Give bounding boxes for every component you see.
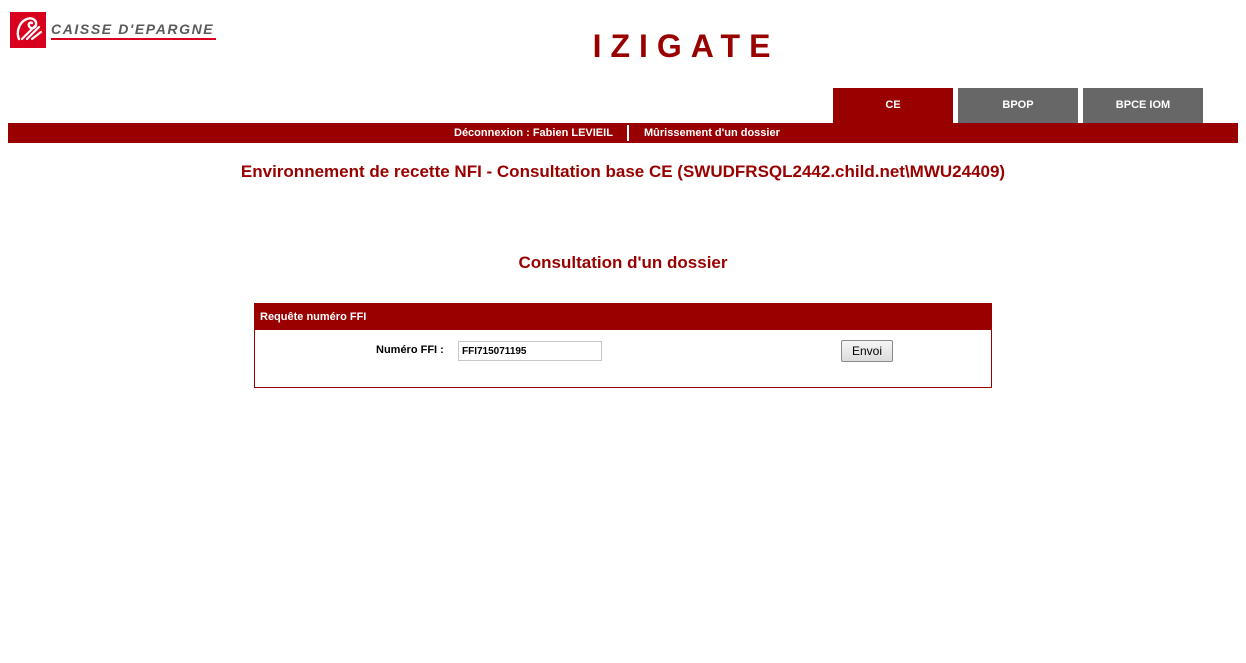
nav-bar: Déconnexion : Fabien LEVIEIL Mûrissement…: [8, 123, 1238, 143]
ffi-number-input[interactable]: [458, 341, 602, 361]
logout-link[interactable]: Déconnexion : Fabien LEVIEIL: [454, 123, 613, 143]
ffi-number-label: Numéro FFI :: [376, 344, 444, 356]
submit-button[interactable]: Envoi: [841, 340, 893, 362]
environment-title: Environnement de recette NFI - Consultat…: [240, 162, 1006, 181]
maturation-link[interactable]: Mûrissement d'un dossier: [644, 123, 780, 143]
tab-bpop[interactable]: BPOP: [958, 88, 1078, 123]
tab-bpce-iom[interactable]: BPCE IOM: [1083, 88, 1203, 123]
app-title: IZIGATE: [592, 28, 780, 64]
page-title: Consultation d'un dossier: [518, 253, 728, 272]
nav-separator: [627, 125, 629, 141]
ffi-request-panel: Requête numéro FFI Numéro FFI : Envoi: [254, 303, 992, 388]
panel-header: Requête numéro FFI: [255, 304, 991, 330]
tab-ce[interactable]: CE: [833, 88, 953, 123]
